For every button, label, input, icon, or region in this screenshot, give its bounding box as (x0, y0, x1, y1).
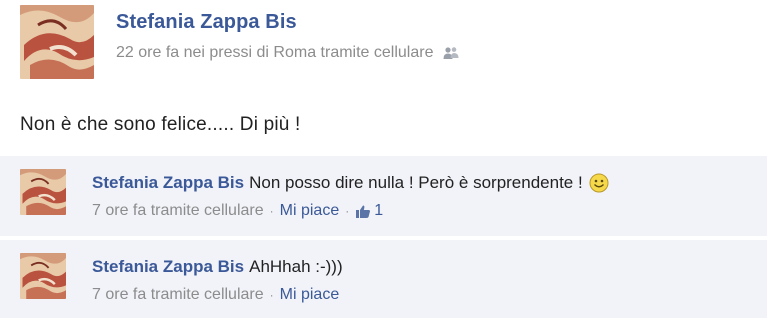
comment-author-link[interactable]: Stefania Zappa Bis (92, 173, 244, 193)
smiley-icon (589, 173, 609, 193)
post-message: Non è che sono felice..... Di più ! (20, 114, 301, 135)
like-link[interactable]: Mi piace (280, 202, 340, 220)
comment-meta: 7 ore fa tramite cellulare · Mi piace · … (92, 202, 757, 220)
commenter-avatar[interactable] (20, 169, 66, 215)
post-meta: Stefania Zappa Bis 22 ore fa nei pressi … (116, 5, 459, 62)
separator-dot: · (345, 204, 350, 218)
post-author-link[interactable]: Stefania Zappa Bis (116, 11, 297, 34)
comment-body: Stefania Zappa Bis AhHhah :-))) 7 ore fa… (92, 257, 757, 304)
commenter-avatar[interactable] (20, 253, 66, 299)
separator-dot: · (269, 204, 274, 218)
facebook-post: Stefania Zappa Bis 22 ore fa nei pressi … (0, 0, 767, 318)
comment-line: Stefania Zappa Bis Non posso dire nulla … (92, 173, 757, 193)
post-timestamp-location[interactable]: 22 ore fa nei pressi di Roma tramite cel… (116, 44, 433, 62)
comment-body: Stefania Zappa Bis Non posso dire nulla … (92, 173, 757, 220)
comment-timestamp[interactable]: 7 ore fa tramite cellulare (92, 202, 264, 220)
comment: Stefania Zappa Bis AhHhah :-))) 7 ore fa… (0, 240, 767, 318)
comment: Stefania Zappa Bis Non posso dire nulla … (0, 156, 767, 236)
post-header: Stefania Zappa Bis 22 ore fa nei pressi … (20, 5, 459, 79)
comment-timestamp[interactable]: 7 ore fa tramite cellulare (92, 286, 264, 304)
like-count: 1 (374, 202, 384, 219)
like-link[interactable]: Mi piace (280, 286, 340, 304)
thumbs-up-icon (356, 205, 371, 218)
separator-dot: · (269, 288, 274, 302)
post-subline: 22 ore fa nei pressi di Roma tramite cel… (116, 44, 459, 62)
like-count-button[interactable]: 1 (355, 202, 383, 220)
comment-line: Stefania Zappa Bis AhHhah :-))) (92, 257, 757, 277)
comment-text: AhHhah :-))) (249, 257, 343, 276)
comment-text: Non posso dire nulla ! Però è sorprenden… (249, 173, 583, 192)
people-icon[interactable] (443, 46, 459, 60)
comment-meta: 7 ore fa tramite cellulare · Mi piace (92, 286, 757, 304)
comment-author-link[interactable]: Stefania Zappa Bis (92, 257, 244, 277)
author-avatar[interactable] (20, 5, 94, 79)
